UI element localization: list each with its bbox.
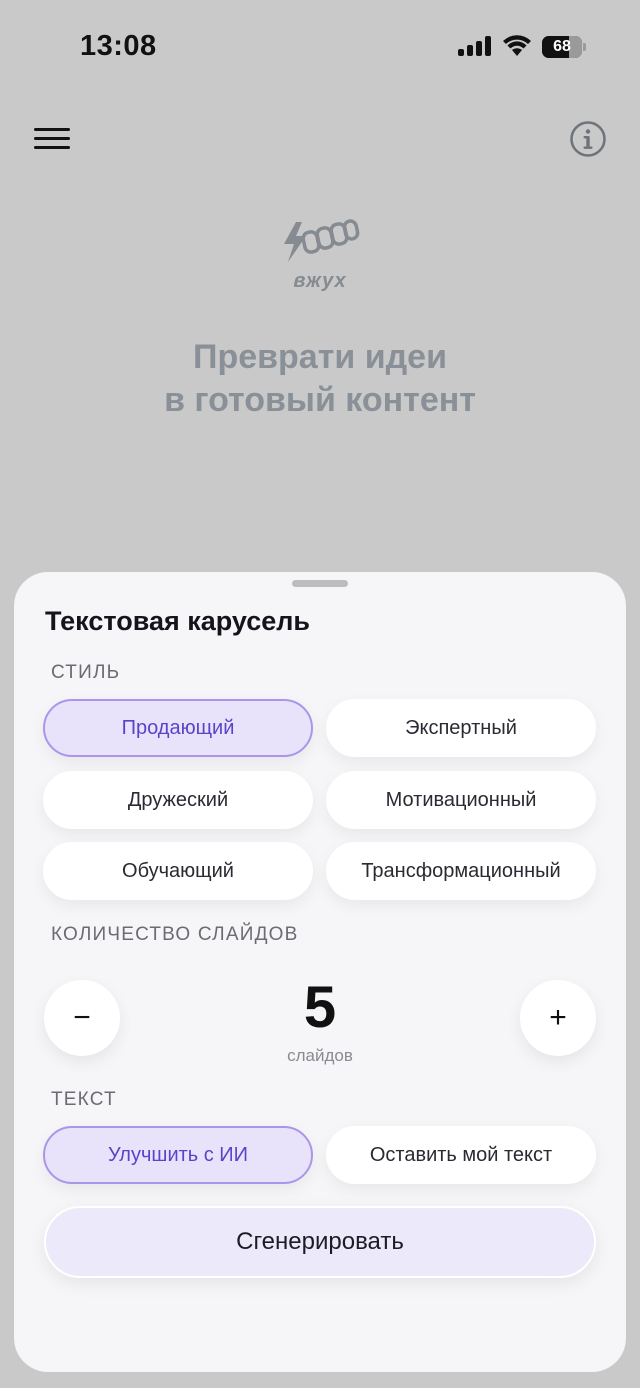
- style-option-friendly[interactable]: Дружеский: [43, 771, 313, 829]
- style-option-expert[interactable]: Экспертный: [326, 699, 596, 757]
- battery-percent: 68: [553, 38, 571, 55]
- style-option-educational[interactable]: Обучающий: [43, 842, 313, 900]
- slides-section-label: КОЛИЧЕСТВО СЛАЙДОВ: [51, 924, 299, 945]
- style-option-transformational[interactable]: Трансформационный: [326, 842, 596, 900]
- wifi-icon: [503, 35, 531, 56]
- app-logo: вжух: [278, 214, 362, 298]
- battery-icon: 68: [542, 36, 586, 58]
- hero-title: Преврати идеи в готовый контент: [0, 336, 640, 422]
- screen: 13:08 68 вжух Преврати идеи в готовый ко…: [0, 0, 640, 1388]
- status-time: 13:08: [80, 30, 157, 62]
- generate-button[interactable]: Сгенерировать: [44, 1206, 596, 1278]
- slides-count: 5: [303, 975, 337, 1040]
- text-section-label: ТЕКСТ: [51, 1089, 117, 1110]
- sheet-grabber[interactable]: [292, 580, 348, 587]
- hamburger-menu-icon[interactable]: [32, 124, 72, 154]
- style-option-selling[interactable]: Продающий: [43, 699, 313, 757]
- style-section-label: СТИЛЬ: [51, 662, 121, 683]
- hero-title-line-2: в готовый контент: [164, 381, 476, 419]
- increase-slides-button[interactable]: +: [520, 980, 596, 1056]
- cellular-signal-icon: [458, 36, 492, 56]
- lightning-logo-icon: [284, 219, 360, 262]
- info-circle-icon[interactable]: [569, 120, 607, 158]
- sheet-title: Текстовая карусель: [45, 606, 311, 636]
- hero-title-line-1: Преврати идеи: [193, 338, 447, 376]
- bottom-sheet: Текстовая карусель СТИЛЬ Продающий Экспе…: [14, 572, 626, 1372]
- text-option-improve-ai[interactable]: Улучшить с ИИ: [43, 1126, 313, 1184]
- status-bar: 13:08 68: [0, 0, 640, 96]
- style-option-motivational[interactable]: Мотивационный: [326, 771, 596, 829]
- text-option-keep-my-text[interactable]: Оставить мой текст: [326, 1126, 596, 1184]
- decrease-slides-button[interactable]: −: [44, 980, 120, 1056]
- logo-text: вжух: [293, 270, 347, 292]
- slides-unit-label: слайдов: [287, 1046, 353, 1065]
